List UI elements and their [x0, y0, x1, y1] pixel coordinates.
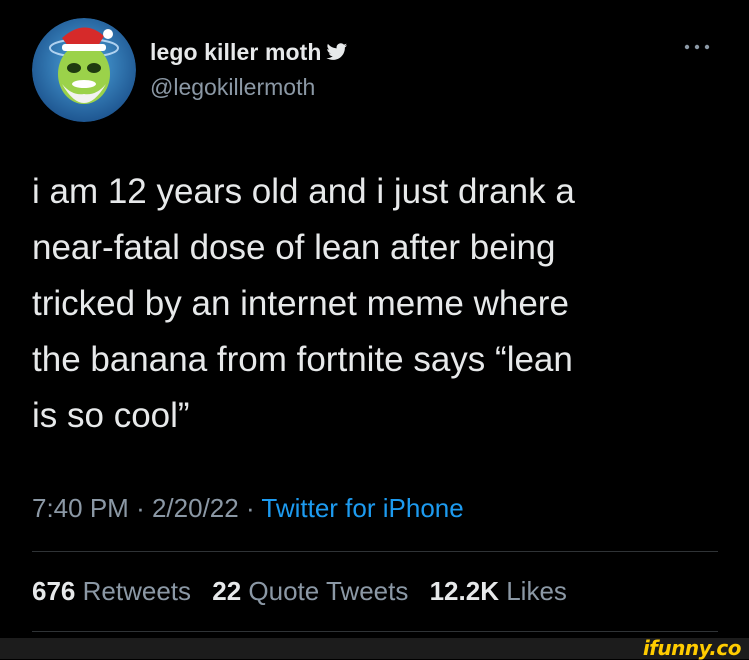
divider — [32, 631, 718, 632]
meta-separator: · — [245, 493, 255, 523]
tweet-text: i am 12 years old and i just drank a nea… — [32, 172, 575, 435]
twitter-bird-icon — [326, 41, 348, 63]
avatar[interactable] — [32, 18, 136, 122]
quote-tweets-count: 22 — [212, 576, 242, 606]
tweet-source-link[interactable]: Twitter for iPhone — [261, 493, 463, 523]
ifunny-watermark: ifunny.co — [642, 636, 742, 660]
watermark-bar — [0, 638, 749, 659]
retweets-count: 676 — [32, 576, 76, 606]
likes-count: 12.2K — [429, 576, 499, 606]
alien-santa-avatar-icon — [32, 18, 136, 122]
author-display-name[interactable]: lego killer moth — [150, 39, 322, 66]
tweet-stats: 676 Retweets 22 Quote Tweets 12.2K Likes — [32, 576, 567, 607]
likes-stat[interactable]: 12.2K Likes — [430, 576, 567, 606]
retweets-label: Retweets — [82, 576, 192, 606]
tweet-meta: 7:40 PM · 2/20/22 · Twitter for iPhone — [32, 493, 464, 524]
tweet-date[interactable]: 2/20/22 — [152, 493, 239, 523]
divider — [32, 551, 718, 552]
author-name-row[interactable]: lego killer moth — [150, 38, 348, 66]
quote-tweets-label: Quote Tweets — [248, 576, 409, 606]
tweet-time[interactable]: 7:40 PM — [32, 493, 129, 523]
quote-tweets-stat[interactable]: 22 Quote Tweets — [212, 576, 408, 606]
author-handle[interactable]: @legokillermoth — [150, 74, 315, 101]
meta-separator: · — [136, 493, 145, 523]
more-horizontal-icon[interactable] — [680, 40, 714, 54]
likes-label: Likes — [506, 576, 567, 606]
retweets-stat[interactable]: 676 Retweets — [32, 576, 191, 606]
